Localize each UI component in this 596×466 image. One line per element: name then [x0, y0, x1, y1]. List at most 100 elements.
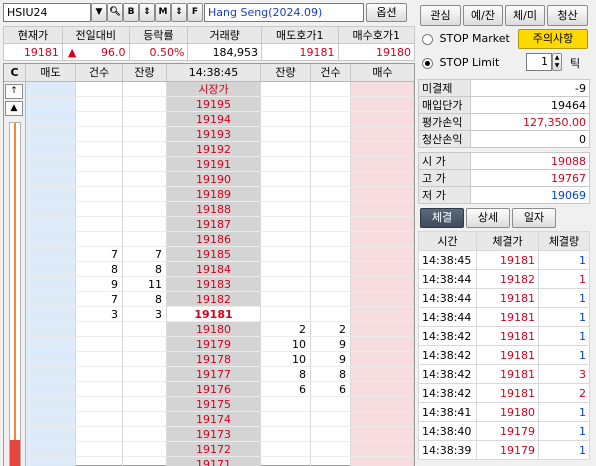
sell-cell[interactable] — [26, 142, 76, 157]
sell-cell[interactable] — [26, 97, 76, 112]
buy-cell[interactable] — [351, 82, 414, 97]
price-cell[interactable]: 19173 — [167, 427, 261, 442]
price-cell[interactable]: 19193 — [167, 127, 261, 142]
price-cell[interactable]: 19184 — [167, 262, 261, 277]
tab-liquidate[interactable]: 청산 — [547, 5, 588, 26]
buy-cell[interactable] — [351, 142, 414, 157]
price-cell[interactable]: 19195 — [167, 97, 261, 112]
price-cell[interactable]: 19172 — [167, 442, 261, 457]
tab-daily[interactable]: 일자 — [512, 208, 556, 228]
price-cell[interactable]: 19177 — [167, 367, 261, 382]
sell-cell[interactable] — [26, 127, 76, 142]
orderbook-row[interactable]: 19175 — [26, 397, 414, 412]
sell-cell[interactable] — [26, 307, 76, 322]
price-cell[interactable]: 19181 — [167, 307, 261, 322]
buy-cell[interactable] — [351, 262, 414, 277]
buy-cell[interactable] — [351, 307, 414, 322]
radio-checked[interactable] — [422, 57, 433, 69]
buy-cell[interactable] — [351, 337, 414, 352]
price-cell[interactable]: 19182 — [167, 292, 261, 307]
price-cell[interactable]: 19179 — [167, 337, 261, 352]
b-button[interactable]: B — [123, 3, 139, 22]
sell-cell[interactable] — [26, 337, 76, 352]
buy-cell[interactable] — [351, 97, 414, 112]
orderbook-row[interactable]: 19173 — [26, 427, 414, 442]
scroll-up-button[interactable]: ↑ — [5, 84, 23, 99]
warning-button[interactable]: 주의사항 — [518, 29, 588, 49]
buy-cell[interactable] — [351, 232, 414, 247]
buy-cell[interactable] — [351, 457, 414, 466]
sell-cell[interactable] — [26, 457, 76, 466]
sell-cell[interactable] — [26, 292, 76, 307]
f-button[interactable]: F — [187, 3, 203, 22]
tick-spinner[interactable]: 1 — [526, 53, 552, 71]
sell-cell[interactable] — [26, 232, 76, 247]
orderbook-row[interactable]: 19195 — [26, 97, 414, 112]
orderbook-row[interactable]: 19190 — [26, 172, 414, 187]
c-button[interactable]: C — [4, 64, 26, 81]
stop-limit-option[interactable]: STOP Limit — [422, 56, 499, 70]
market-price-row[interactable]: 시장가 — [26, 82, 414, 97]
orderbook-row[interactable]: 19186 — [26, 232, 414, 247]
symbol-dropdown-button[interactable]: ▼ — [91, 3, 107, 22]
buy-cell[interactable] — [351, 127, 414, 142]
buy-cell[interactable] — [351, 427, 414, 442]
price-cell[interactable]: 19194 — [167, 112, 261, 127]
symbol-input[interactable]: HSIU24 — [3, 3, 91, 22]
sell-cell[interactable] — [26, 382, 76, 397]
spin-button-2[interactable]: ⇕ — [171, 3, 187, 22]
orderbook-row[interactable]: 19193 — [26, 127, 414, 142]
tab-trades[interactable]: 체결 — [420, 208, 464, 228]
buy-cell[interactable] — [351, 172, 414, 187]
orderbook-row[interactable]: 19189 — [26, 187, 414, 202]
sell-cell[interactable] — [26, 322, 76, 337]
orderbook-row[interactable]: 19180 2 2 — [26, 322, 414, 337]
orderbook-row[interactable]: 7 7 19185 — [26, 247, 414, 262]
sell-cell[interactable] — [26, 112, 76, 127]
price-cell[interactable]: 19187 — [167, 217, 261, 232]
price-cell[interactable]: 19191 — [167, 157, 261, 172]
orderbook-row[interactable]: 3 3 19181 — [26, 307, 414, 322]
price-cell[interactable]: 19185 — [167, 247, 261, 262]
spin-button[interactable]: ⇕ — [139, 3, 155, 22]
sell-cell[interactable] — [26, 247, 76, 262]
sell-cell[interactable] — [26, 412, 76, 427]
price-cell[interactable]: 19190 — [167, 172, 261, 187]
buy-cell[interactable] — [351, 382, 414, 397]
orderbook-row[interactable]: 19171 — [26, 457, 414, 466]
sell-cell[interactable] — [26, 367, 76, 382]
search-button[interactable]: 🔍︎ — [107, 3, 123, 22]
price-cell[interactable]: 19171 — [167, 457, 261, 466]
price-cell[interactable]: 19175 — [167, 397, 261, 412]
buy-cell[interactable] — [351, 397, 414, 412]
market-price-label[interactable]: 시장가 — [167, 82, 261, 97]
tab-balance[interactable]: 예/잔 — [463, 5, 503, 26]
price-cell[interactable]: 19178 — [167, 352, 261, 367]
tab-fills[interactable]: 체/미 — [505, 5, 545, 26]
buy-cell[interactable] — [351, 217, 414, 232]
sell-cell[interactable] — [26, 352, 76, 367]
buy-cell[interactable] — [351, 277, 414, 292]
price-cell[interactable]: 19192 — [167, 142, 261, 157]
price-cell[interactable]: 19183 — [167, 277, 261, 292]
orderbook-row[interactable]: 19187 — [26, 217, 414, 232]
buy-cell[interactable] — [351, 247, 414, 262]
buy-cell[interactable] — [351, 367, 414, 382]
price-cell[interactable]: 19188 — [167, 202, 261, 217]
buy-cell[interactable] — [351, 442, 414, 457]
buy-cell[interactable] — [351, 112, 414, 127]
orderbook-row[interactable]: 19188 — [26, 202, 414, 217]
buy-cell[interactable] — [351, 352, 414, 367]
buy-cell[interactable] — [351, 187, 414, 202]
sell-cell[interactable] — [26, 82, 76, 97]
orderbook-row[interactable]: 19192 — [26, 142, 414, 157]
scroll-top-button[interactable]: ▲ — [5, 101, 23, 116]
sell-cell[interactable] — [26, 172, 76, 187]
buy-cell[interactable] — [351, 202, 414, 217]
price-cell[interactable]: 19186 — [167, 232, 261, 247]
orderbook-row[interactable]: 19172 — [26, 442, 414, 457]
orderbook-row[interactable]: 19194 — [26, 112, 414, 127]
buy-cell[interactable] — [351, 412, 414, 427]
buy-cell[interactable] — [351, 292, 414, 307]
options-button[interactable]: 옵션 — [366, 3, 407, 22]
